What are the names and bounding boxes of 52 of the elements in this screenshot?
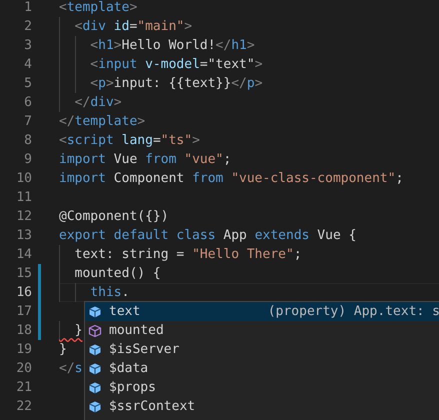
line-number: 12 — [15, 208, 32, 226]
suggestion-item[interactable]: $data — [85, 359, 439, 378]
cube-icon — [88, 362, 102, 376]
code-line: <input v-model="text"> — [89, 57, 263, 72]
line-number: 11 — [15, 189, 32, 207]
code-line: } — [59, 342, 67, 357]
cube-icon — [88, 342, 102, 356]
line-number: 9 — [23, 151, 32, 169]
cube-icon — [88, 400, 102, 414]
code-line: } — [74, 323, 82, 338]
suggestion-item[interactable]: $ssrContext — [85, 397, 439, 416]
code-line: <script lang="ts"> — [59, 133, 200, 148]
code-line: export default class App extends Vue { — [59, 228, 356, 243]
code-line: </s — [59, 361, 82, 376]
line-number: 1 — [23, 0, 32, 17]
line-number: 20 — [15, 360, 32, 378]
line-number: 6 — [23, 94, 32, 112]
line-number: 15 — [15, 265, 32, 283]
suggestion-item[interactable]: $props — [85, 378, 439, 397]
code-line: <p>input: {{text}}</p> — [89, 76, 263, 91]
line-number: 2 — [23, 18, 32, 36]
cube-outline-icon — [88, 324, 102, 338]
line-number: 7 — [23, 113, 32, 131]
cube-icon — [88, 304, 102, 318]
line-number: 4 — [23, 56, 32, 74]
line-number: 3 — [23, 37, 32, 55]
code-line: mounted() { — [74, 266, 161, 281]
line-number: 19 — [15, 341, 32, 359]
line-number: 16 — [15, 284, 32, 302]
code-line: <template> — [59, 0, 138, 15]
code-line: import Vue from "vue"; — [59, 152, 232, 167]
code-line: </template> — [59, 114, 146, 129]
line-number: 18 — [15, 322, 32, 340]
suggestion-item[interactable]: text (property) App.text: s — [85, 302, 439, 321]
line-number: 5 — [23, 75, 32, 93]
line-number: 10 — [15, 170, 32, 188]
line-number: 13 — [15, 227, 32, 245]
code-line: @Component({}) — [59, 209, 169, 224]
code-line: <div id="main"> — [74, 19, 192, 34]
line-number: 8 — [23, 132, 32, 150]
code-line: text: string = "Hello There"; — [74, 247, 302, 262]
line-number: 21 — [15, 379, 32, 397]
cube-icon — [88, 380, 102, 394]
suggestion-item[interactable]: mounted — [85, 321, 439, 340]
code-line: </div> — [74, 95, 122, 110]
line-number: 22 — [15, 398, 32, 416]
code-line: this. — [89, 285, 130, 300]
line-number: 14 — [15, 246, 32, 264]
line-number: 17 — [15, 303, 32, 321]
suggestion-item[interactable]: $isServer — [85, 340, 439, 359]
code-line: <h1>Hello World!</h1> — [89, 38, 255, 53]
code-line: import Component from "vue-class-component"; — [59, 171, 404, 186]
